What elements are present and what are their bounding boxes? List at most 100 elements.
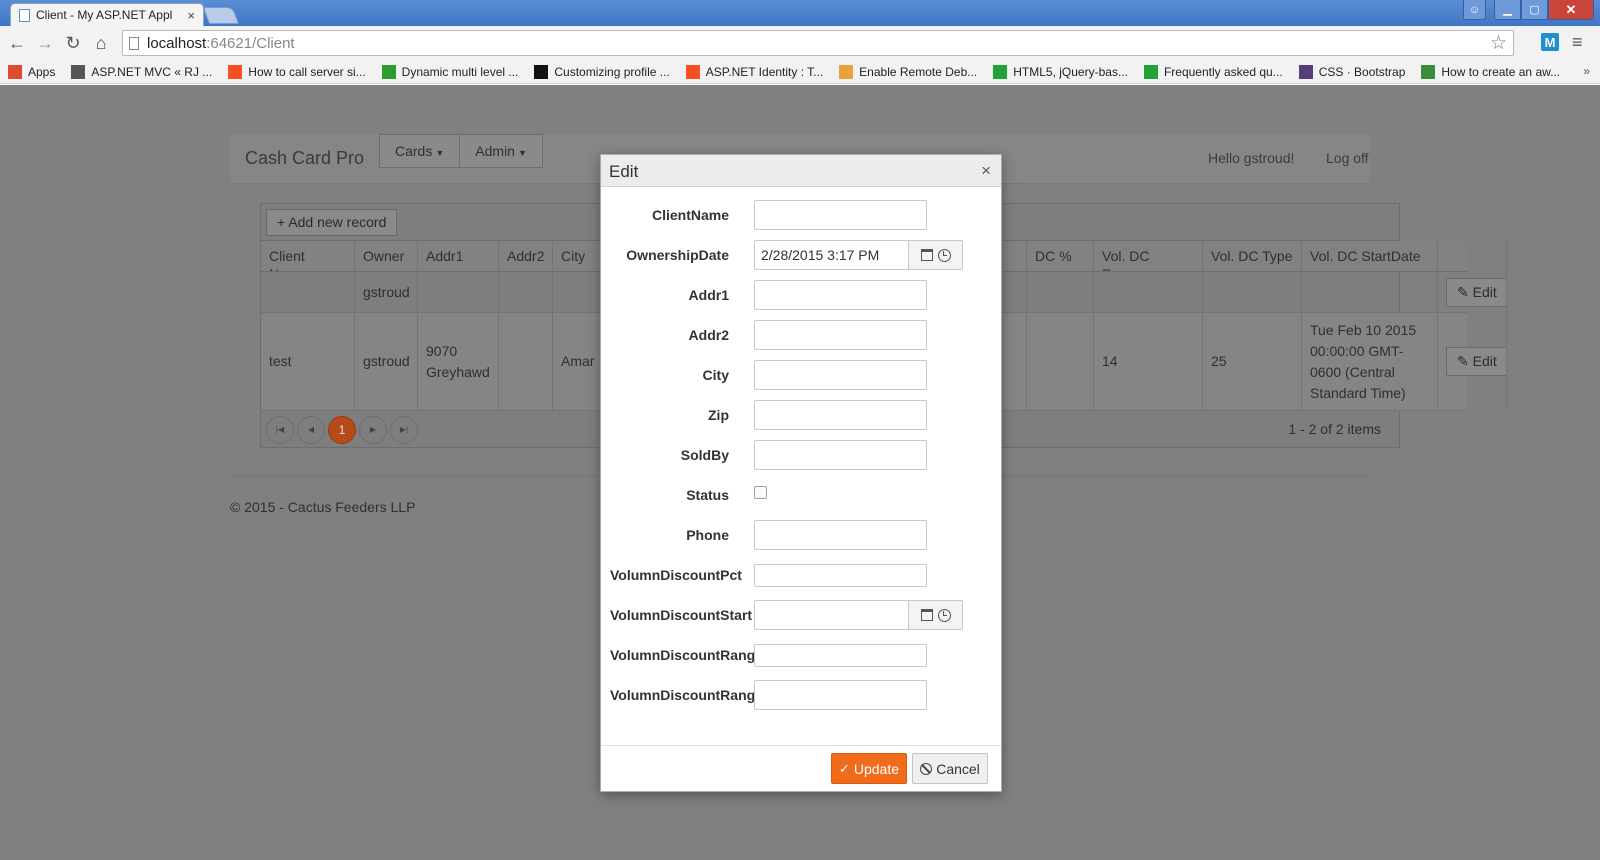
cancel-circle-icon (920, 762, 933, 775)
app-brand[interactable]: Cash Card Pro (245, 148, 364, 169)
next-page-icon[interactable]: ▶ (359, 415, 387, 444)
first-page-icon[interactable]: |◀ (266, 415, 294, 444)
minimize-icon[interactable]: ▁ (1494, 0, 1521, 20)
table-cell (1203, 272, 1302, 312)
dialog-footer: ✓ Update Cancel (601, 745, 1001, 791)
bookmark-item[interactable]: Apps (8, 64, 55, 79)
column-header[interactable]: Vol. DC Range (1094, 241, 1203, 271)
column-header[interactable]: Vol. DC StartDate (1302, 241, 1438, 271)
bookmark-item[interactable]: Customizing profile ... (534, 64, 670, 79)
text-input[interactable] (754, 680, 927, 710)
text-input[interactable] (754, 200, 927, 230)
column-header[interactable]: Vol. DC Type (1203, 241, 1302, 271)
bookmark-item[interactable]: How to create an aw... (1421, 64, 1561, 79)
text-input[interactable] (754, 644, 927, 667)
menu-admin[interactable]: Admin ▼ (460, 135, 542, 167)
column-header[interactable]: Addr1 (418, 241, 499, 271)
bookmark-item[interactable]: HTML5, jQuery-bas... (993, 64, 1128, 79)
prev-page-icon[interactable]: ◀ (297, 415, 325, 444)
update-button[interactable]: ✓ Update (831, 753, 907, 784)
form-row: VolumnDiscountPct (601, 558, 1003, 590)
browser-toolbar: ← → ↻ ⌂ localhost:64621/Client ☆ M ≡ (0, 26, 1600, 60)
greeting-link[interactable]: Hello gstroud! (1208, 150, 1294, 166)
main-menu: Cards ▼ Admin ▼ (379, 134, 543, 168)
table-cell: test (261, 313, 355, 410)
bookmark-item[interactable]: ASP.NET Identity : T... (685, 64, 823, 79)
bookmark-item[interactable]: Enable Remote Deb... (839, 64, 978, 79)
clock-icon[interactable] (937, 248, 951, 262)
column-header[interactable]: Owner (355, 241, 418, 271)
row-edit-button[interactable]: ✎ Edit (1446, 347, 1506, 376)
bookmark-star-icon[interactable]: ☆ (1490, 32, 1507, 55)
add-record-button[interactable]: + Add new record (266, 209, 398, 236)
green-square-icon (381, 64, 396, 79)
form-row: SoldBy (601, 438, 1003, 470)
green-arrows-icon (1143, 64, 1158, 79)
bookmark-label: Frequently asked qu... (1163, 64, 1283, 79)
text-input[interactable] (754, 400, 927, 430)
page-icon (129, 36, 139, 50)
extension-m-icon[interactable]: M (1541, 33, 1559, 51)
user-profile-icon[interactable]: ☺ (1463, 0, 1486, 20)
column-header[interactable]: Client Name (261, 241, 355, 271)
text-input[interactable] (754, 320, 927, 350)
bookmark-item[interactable]: Dynamic multi level ... (381, 64, 518, 79)
page-footer: © 2015 - Cactus Feeders LLP (230, 499, 416, 515)
reload-icon[interactable]: ↻ (62, 32, 84, 54)
table-cell: gstroud (355, 313, 418, 410)
address-bar[interactable]: localhost:64621/Client ☆ (122, 30, 1514, 56)
window-close-icon[interactable]: ✕ (1548, 0, 1594, 20)
maximize-icon[interactable]: ▢ (1521, 0, 1548, 20)
page-number-button[interactable]: 1 (328, 415, 356, 444)
field-label: Zip (708, 407, 729, 423)
tab-close-icon[interactable]: × (187, 8, 195, 23)
bookmark-label: Enable Remote Deb... (859, 64, 978, 79)
url-host: localhost (147, 34, 207, 52)
table-cell: Tue Feb 10 2015 00:00:00 GMT-0600 (Centr… (1302, 313, 1438, 410)
logoff-link[interactable]: Log off (1326, 150, 1369, 166)
bookmark-item[interactable]: ASP.NET MVC « RJ ... (71, 64, 212, 79)
bookmark-label: How to create an aw... (1441, 64, 1561, 79)
back-arrow-icon[interactable]: ← (6, 32, 28, 54)
new-tab-button[interactable] (202, 7, 240, 24)
bookmarks-overflow-icon[interactable]: » (1583, 64, 1590, 78)
table-cell: gstroud (355, 272, 418, 312)
text-input[interactable] (754, 564, 927, 587)
text-input[interactable] (754, 280, 927, 310)
cancel-button[interactable]: Cancel (912, 753, 988, 784)
row-edit-button[interactable]: ✎ Edit (1446, 277, 1506, 307)
bookmark-item[interactable]: Frequently asked qu... (1143, 64, 1283, 79)
field-label: City (702, 367, 729, 383)
calendar-icon[interactable] (920, 249, 933, 261)
browser-tab[interactable]: Client - My ASP.NET Appl × (10, 3, 204, 26)
edit-dialog: Edit × ClientName OwnershipDate 2/28/2015 … (600, 154, 1002, 792)
calendar-icon[interactable] (920, 609, 933, 621)
dialog-close-icon[interactable]: × (981, 161, 991, 181)
field-label: Addr2 (688, 327, 729, 343)
column-header[interactable]: DC % (1027, 241, 1094, 271)
dialog-header: Edit × (601, 155, 1001, 187)
home-icon[interactable]: ⌂ (90, 32, 112, 54)
bookmark-item[interactable]: How to call server si... (228, 64, 366, 79)
field-label: VolumnDiscountStart (610, 607, 753, 623)
table-cell (1027, 313, 1094, 410)
table-cell: 14 (1094, 313, 1203, 410)
forward-arrow-icon[interactable]: → (34, 32, 56, 54)
text-input[interactable] (754, 440, 927, 470)
column-header[interactable] (1438, 241, 1507, 271)
status-checkbox[interactable] (754, 486, 767, 499)
last-page-icon[interactable]: ▶| (390, 415, 418, 444)
column-header[interactable]: Addr2 (499, 241, 553, 271)
bookmark-label: CSS · Bootstrap (1318, 64, 1406, 79)
text-input[interactable] (754, 360, 927, 390)
text-input[interactable] (754, 520, 927, 550)
bookmark-label: How to call server si... (248, 64, 366, 79)
cancel-label: Cancel (936, 760, 980, 777)
url-path: :64621/Client (206, 34, 295, 52)
browser-menu-icon[interactable]: ≡ (1572, 32, 1583, 53)
menu-cards[interactable]: Cards ▼ (380, 135, 461, 167)
edit-label: Edit (1472, 353, 1497, 369)
clock-icon[interactable] (937, 608, 951, 622)
form-row: Phone (601, 518, 1003, 550)
bookmark-item[interactable]: CSS · Bootstrap (1298, 64, 1406, 79)
